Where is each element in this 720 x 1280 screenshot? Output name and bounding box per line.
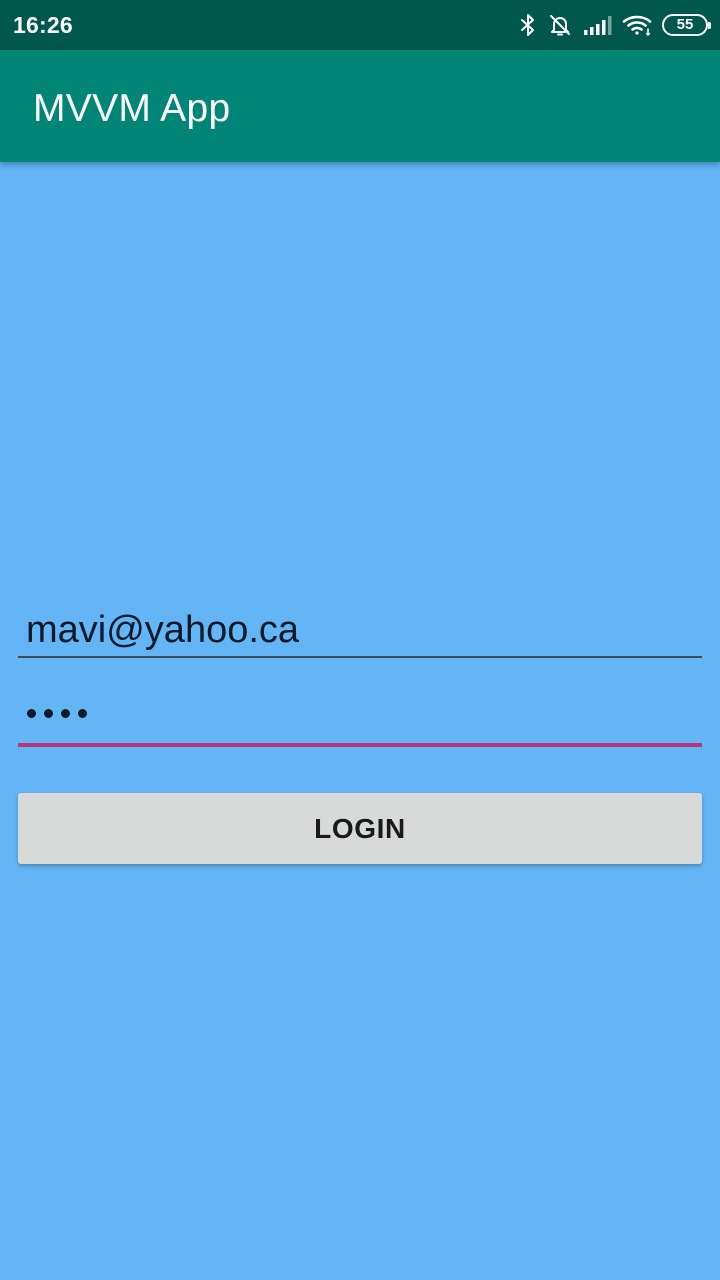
app-bar: MVVM App <box>0 50 720 162</box>
login-button[interactable]: LOGIN <box>18 793 702 864</box>
battery-icon: 55 <box>662 14 711 36</box>
password-mask-dot <box>78 709 87 718</box>
password-field[interactable] <box>18 690 702 747</box>
login-button-label: LOGIN <box>314 812 406 844</box>
battery-tip <box>708 22 711 29</box>
signal-icon <box>584 15 612 35</box>
alarm-off-icon <box>548 13 572 37</box>
bluetooth-icon <box>520 13 536 37</box>
status-bar: 16:26 55 <box>0 0 720 50</box>
email-input-value: mavi@yahoo.ca <box>26 609 300 651</box>
password-mask-dot <box>44 709 53 718</box>
app-title: MVVM App <box>33 87 231 130</box>
password-mask-dot <box>61 709 70 718</box>
status-icons: 55 <box>520 10 711 40</box>
status-time: 16:26 <box>13 12 73 38</box>
battery-level: 55 <box>676 16 694 33</box>
wifi-icon <box>622 14 652 36</box>
password-mask-dot <box>27 709 36 718</box>
password-mask <box>27 709 87 718</box>
email-field[interactable]: mavi@yahoo.ca <box>18 600 702 658</box>
login-screen: 16:26 55 MVVM App mavi@yahoo.ca LOGIN <box>0 0 720 1280</box>
